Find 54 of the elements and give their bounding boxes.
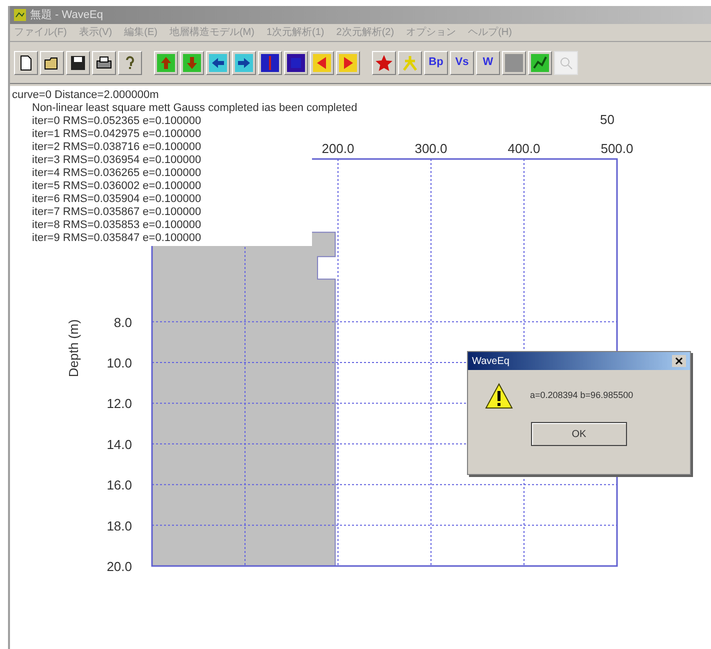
floppy-icon	[69, 54, 87, 72]
toolbar-button[interactable]: Vs	[450, 50, 474, 74]
square-icon	[287, 54, 305, 72]
menu-item[interactable]: 2次元解析(2)	[336, 25, 394, 40]
axis-tick-label: 500.0	[600, 141, 634, 156]
axis-tick-label: 20.0	[106, 559, 132, 574]
printer-icon	[95, 54, 113, 72]
log-line: iter=4 RMS=0.036265 e=0.100000	[32, 167, 202, 180]
ok-button[interactable]: OK	[531, 422, 627, 446]
menu-item[interactable]: 表示(V)	[78, 25, 112, 40]
figure-icon	[401, 54, 419, 72]
menu-item[interactable]: 編集(E)	[124, 25, 158, 40]
log-line: iter=6 RMS=0.035904 e=0.100000	[32, 193, 202, 206]
log-line: iter=9 RMS=0.035847 e=0.100000	[32, 232, 202, 245]
axis-tick-label: 300.0	[414, 141, 448, 156]
close-icon[interactable]	[672, 355, 686, 367]
log-header: curve=0 Distance=2.000000m	[12, 89, 159, 102]
log-line: iter=8 RMS=0.035853 e=0.100000	[32, 219, 202, 232]
toolbar-button[interactable]: W	[476, 50, 500, 74]
dialog-message: a=0.208394 b=96.985500	[530, 389, 634, 402]
axis-title: Depth (m)	[66, 319, 81, 378]
axis-tick-label: 8.0	[114, 314, 132, 330]
axis-tick-label: 400.0	[508, 141, 540, 156]
log-line: iter=1 RMS=0.042975 e=0.100000	[32, 128, 202, 141]
log-status: Non-linear least square mett Gauss completed ias been completed	[32, 102, 358, 115]
menu-item[interactable]: 地層構造モデル(M)	[169, 25, 254, 40]
log-line: iter=7 RMS=0.035867 e=0.100000	[32, 206, 202, 219]
dialog-title: WaveEq	[472, 354, 510, 368]
axis-tick-label: 18.0	[106, 518, 132, 534]
toolbar-button[interactable]: Bp	[424, 50, 448, 74]
star-icon	[375, 54, 393, 72]
axis-tick-label: 12.0	[106, 396, 132, 412]
stray-label: 50	[600, 111, 614, 129]
log-line: iter=5 RMS=0.036002 e=0.100000	[32, 180, 202, 193]
log-line: iter=3 RMS=0.036954 e=0.100000	[32, 154, 202, 167]
axis-tick-label: 10.0	[106, 356, 132, 370]
menu-item[interactable]: オプション	[406, 25, 456, 40]
chart-icon	[531, 54, 549, 72]
letter-icon: W	[482, 57, 494, 68]
axis-tick-label: 14.0	[106, 436, 132, 452]
menu-item[interactable]: ヘルプ(H)	[468, 25, 512, 40]
app-icon	[14, 9, 26, 21]
axis-tick-label: 200.0	[322, 141, 354, 156]
log-line: iter=2 RMS=0.038716 e=0.100000	[32, 141, 202, 154]
letter-icon: Vs	[455, 57, 469, 68]
menu-item[interactable]: ファイル(F)	[14, 25, 67, 40]
square-icon	[505, 54, 523, 72]
window-title: 無題 - WaveEq	[30, 8, 103, 23]
menu-item[interactable]: 1次元解析(1)	[266, 25, 324, 40]
warning-icon	[484, 382, 514, 410]
log-line: iter=0 RMS=0.052365 e=0.100000	[32, 115, 202, 128]
square-icon	[261, 54, 279, 72]
letter-icon: Bp	[428, 57, 444, 68]
axis-tick-label: 16.0	[106, 478, 132, 493]
